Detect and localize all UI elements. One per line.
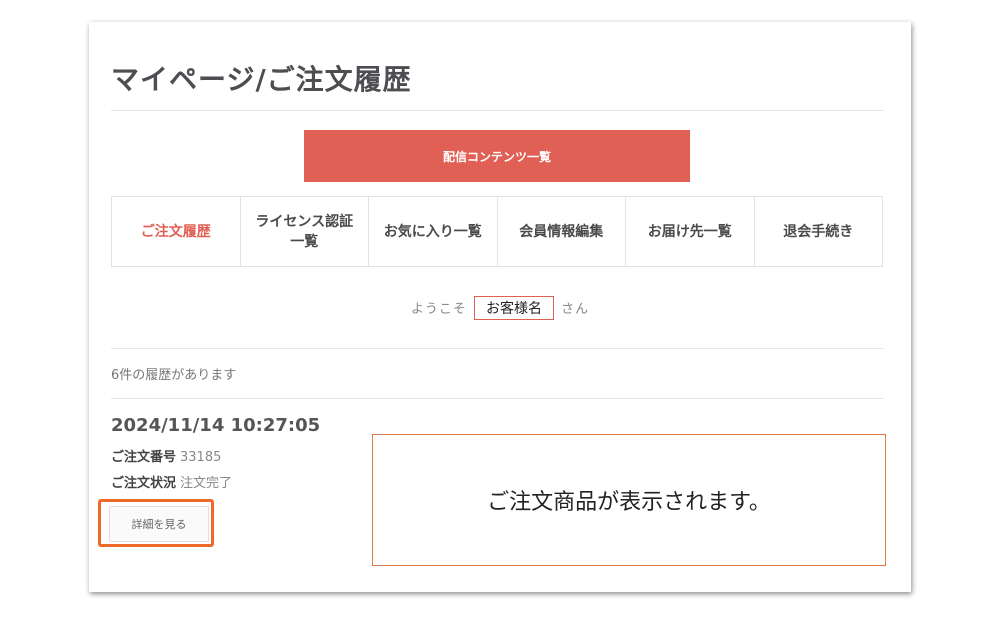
nav-item-order-history[interactable]: ご注文履歴 xyxy=(112,197,241,266)
nav-item-license[interactable]: ライセンス認証 一覧 xyxy=(241,197,369,266)
order-status-label: ご注文状況 xyxy=(111,476,177,491)
order-status-value: 注文完了 xyxy=(180,476,233,491)
order-products-placeholder: ご注文商品が表示されます。 xyxy=(372,434,886,566)
nav-item-withdraw[interactable]: 退会手続き xyxy=(755,197,883,266)
nav-item-label: 退会手続き xyxy=(783,223,854,240)
order-status-row: ご注文状況 注文完了 xyxy=(111,472,232,491)
nav-item-label: お届け先一覧 xyxy=(647,223,732,240)
nav-item-delivery[interactable]: お届け先一覧 xyxy=(626,197,755,266)
order-number-label: ご注文番号 xyxy=(111,450,177,465)
nav-item-member-info[interactable]: 会員情報編集 xyxy=(498,197,626,266)
nav-item-label: 会員情報編集 xyxy=(519,223,604,240)
nav-item-favorites[interactable]: お気に入り一覧 xyxy=(369,197,498,266)
order-number-row: ご注文番号 33185 xyxy=(111,446,221,465)
welcome-prefix: ようこそ xyxy=(410,302,467,317)
mypage-nav: ご注文履歴 ライセンス認証 一覧 お気に入り一覧 会員情報編集 お届け先一覧 退… xyxy=(111,196,883,267)
history-count: 6件の履歴があります xyxy=(111,368,237,383)
order-number-value: 33185 xyxy=(180,450,222,465)
nav-item-label: ご注文履歴 xyxy=(140,223,211,240)
history-divider xyxy=(111,398,884,399)
mypage-card: マイページ/ご注文履歴 配信コンテンツ一覧 ご注文履歴 ライセンス認証 一覧 お… xyxy=(89,22,911,592)
view-details-button[interactable]: 詳細を見る xyxy=(109,506,209,542)
page-title: マイページ/ご注文履歴 xyxy=(111,63,412,96)
welcome-message: ようこそ お客様名 さん xyxy=(89,296,911,320)
order-datetime: 2024/11/14 10:27:05 xyxy=(111,415,321,436)
welcome-divider xyxy=(111,348,884,349)
title-divider xyxy=(111,110,884,111)
nav-item-label: ライセンス認証 一覧 xyxy=(255,213,354,250)
nav-item-label: お気に入り一覧 xyxy=(383,223,482,240)
content-list-button[interactable]: 配信コンテンツ一覧 xyxy=(304,130,690,182)
welcome-suffix: さん xyxy=(561,302,590,317)
customer-name: お客様名 xyxy=(474,296,554,320)
